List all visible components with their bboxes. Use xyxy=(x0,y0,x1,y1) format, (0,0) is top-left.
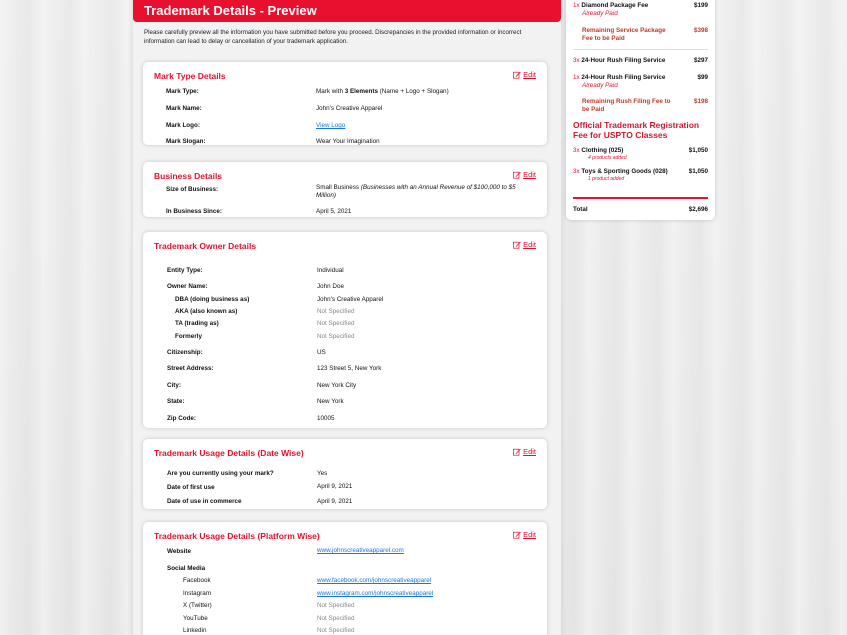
value: Not Specified xyxy=(317,320,355,327)
value: John Doe xyxy=(317,283,344,290)
edit-mark-type-button[interactable]: Edit xyxy=(513,70,536,79)
value: Not Specified xyxy=(317,627,355,634)
mark-type-value: Mark with 3 Elements (Name + Logo + Slog… xyxy=(316,88,449,95)
card-title: Trademark Usage Details (Platform Wise) xyxy=(154,531,320,541)
page-title: Trademark Details - Preview xyxy=(144,3,317,18)
page-title-bar: Trademark Details - Preview xyxy=(133,0,561,22)
summary-item: Remaining Service Package Fee to be Paid… xyxy=(582,27,708,42)
preview-panel: Trademark Details - Preview Please caref… xyxy=(133,0,561,635)
total-row: Total $2,696 xyxy=(573,206,708,214)
label: Zip Code: xyxy=(167,415,197,422)
label: Mark Slogan: xyxy=(166,138,206,145)
label: Citizenship: xyxy=(167,349,203,356)
label: Owner Name: xyxy=(167,283,208,290)
uspto-heading: Official Trademark Registration Fee for … xyxy=(573,120,700,140)
edit-usage-date-button[interactable]: Edit xyxy=(513,447,536,456)
total-value: $2,696 xyxy=(688,206,708,213)
divider xyxy=(573,49,708,50)
mark-name-value: John's Creative Apparel xyxy=(316,105,383,112)
summary-item: 1x 24-Hour Rush Filing Service $99 Alrea… xyxy=(573,74,708,89)
value: 10005 xyxy=(317,415,335,422)
edit-usage-platform-button[interactable]: Edit xyxy=(513,530,536,539)
screen: Trademark Details - Preview Please caref… xyxy=(0,0,847,635)
value: John's Creative Apparel xyxy=(317,296,384,303)
edit-icon xyxy=(513,241,521,249)
label: State: xyxy=(167,398,185,405)
edit-label: Edit xyxy=(523,70,536,79)
edit-label: Edit xyxy=(523,530,536,539)
facebook-link[interactable]: www.facebook.com/johnscreativeapparel xyxy=(317,577,431,585)
business-since-value: April 5, 2021 xyxy=(316,208,352,215)
class-item: 3x Toys & Sporting Goods (028) $1,050 1 … xyxy=(573,168,708,182)
value: Not Specified xyxy=(317,615,355,622)
card-title: Business Details xyxy=(154,171,223,181)
label: Date of use in commerce xyxy=(167,498,242,505)
value: US xyxy=(317,349,326,356)
mark-type-card: Mark Type Details Edit Mark Type: Mark w… xyxy=(143,62,547,145)
summary-item: Remaining Rush Filing Fee to be Paid $19… xyxy=(582,98,708,113)
label: DBA (doing business as) xyxy=(175,296,250,303)
value: Individual xyxy=(317,267,344,274)
edit-label: Edit xyxy=(523,447,536,456)
card-title: Trademark Owner Details xyxy=(154,241,257,251)
label: Street Address: xyxy=(167,365,214,372)
edit-icon xyxy=(513,171,521,179)
label: X (Twitter) xyxy=(183,602,212,609)
edit-icon xyxy=(513,448,521,456)
usage-date-card: Trademark Usage Details (Date Wise) Edit… xyxy=(143,439,547,509)
total-label: Total xyxy=(573,206,588,213)
label: Formerly xyxy=(175,333,202,340)
label: Facebook xyxy=(183,577,211,584)
label: Size of Business: xyxy=(166,186,219,193)
business-card: Business Details Edit Size of Business: … xyxy=(143,162,547,217)
label: Mark Logo: xyxy=(166,122,200,129)
label: In Business Since: xyxy=(166,208,222,215)
edit-label: Edit xyxy=(523,240,536,249)
summary-item: 1x Diamond Package Fee $199 Already Paid xyxy=(573,2,708,17)
value: Not Specified xyxy=(317,333,355,340)
summary-item: 3x 24-Hour Rush Filing Service $297 xyxy=(573,57,708,64)
label: YouTube xyxy=(183,615,208,622)
card-title: Trademark Usage Details (Date Wise) xyxy=(154,448,304,458)
view-logo-link[interactable]: View Logo xyxy=(316,122,345,130)
class-item: 3x Clothing (025) $1,050 4 products adde… xyxy=(573,147,708,161)
label: Mark Type: xyxy=(166,88,199,95)
owner-card: Trademark Owner Details Edit Entity Type… xyxy=(143,232,547,428)
value: Not Specified xyxy=(317,308,355,315)
business-size-value: Small Business (Businesses with an Annua… xyxy=(316,184,516,199)
label: Website xyxy=(167,548,192,555)
label: Mark Name: xyxy=(166,105,202,112)
total-divider xyxy=(573,197,708,199)
label: Social Media xyxy=(167,565,206,572)
label: Date of first use xyxy=(167,484,215,491)
value: April 9, 2021 xyxy=(317,483,353,490)
edit-icon xyxy=(513,531,521,539)
value: New York xyxy=(317,398,344,405)
intro-text: Please carefully preview all the informa… xyxy=(144,29,522,45)
mark-slogan-value: Wear Your Imagination xyxy=(316,138,380,145)
usage-platform-card: Trademark Usage Details (Platform Wise) … xyxy=(143,522,547,635)
label: Entity Type: xyxy=(167,267,203,274)
instagram-link[interactable]: www.instagram.com/johnscreativeapparel xyxy=(317,590,433,598)
label: TA (trading as) xyxy=(175,320,219,327)
edit-business-button[interactable]: Edit xyxy=(513,170,536,179)
label: Instagram xyxy=(183,590,211,597)
label: Are you currently using your mark? xyxy=(167,470,274,477)
edit-owner-button[interactable]: Edit xyxy=(513,240,536,249)
value: Not Specified xyxy=(317,602,355,609)
label: City: xyxy=(167,382,181,389)
order-summary: 1x Diamond Package Fee $199 Already Paid… xyxy=(566,0,715,220)
card-title: Mark Type Details xyxy=(154,71,226,81)
label: Linkedin xyxy=(183,627,207,634)
value: 123 Street 5, New York xyxy=(317,365,382,372)
label: AKA (also known as) xyxy=(175,308,238,315)
value: April 9, 2021 xyxy=(317,498,353,505)
edit-icon xyxy=(513,71,521,79)
edit-label: Edit xyxy=(523,170,536,179)
value: New York City xyxy=(317,382,357,389)
value: Yes xyxy=(317,470,328,477)
website-link[interactable]: www.johnscreativeapparel.com xyxy=(317,547,404,555)
